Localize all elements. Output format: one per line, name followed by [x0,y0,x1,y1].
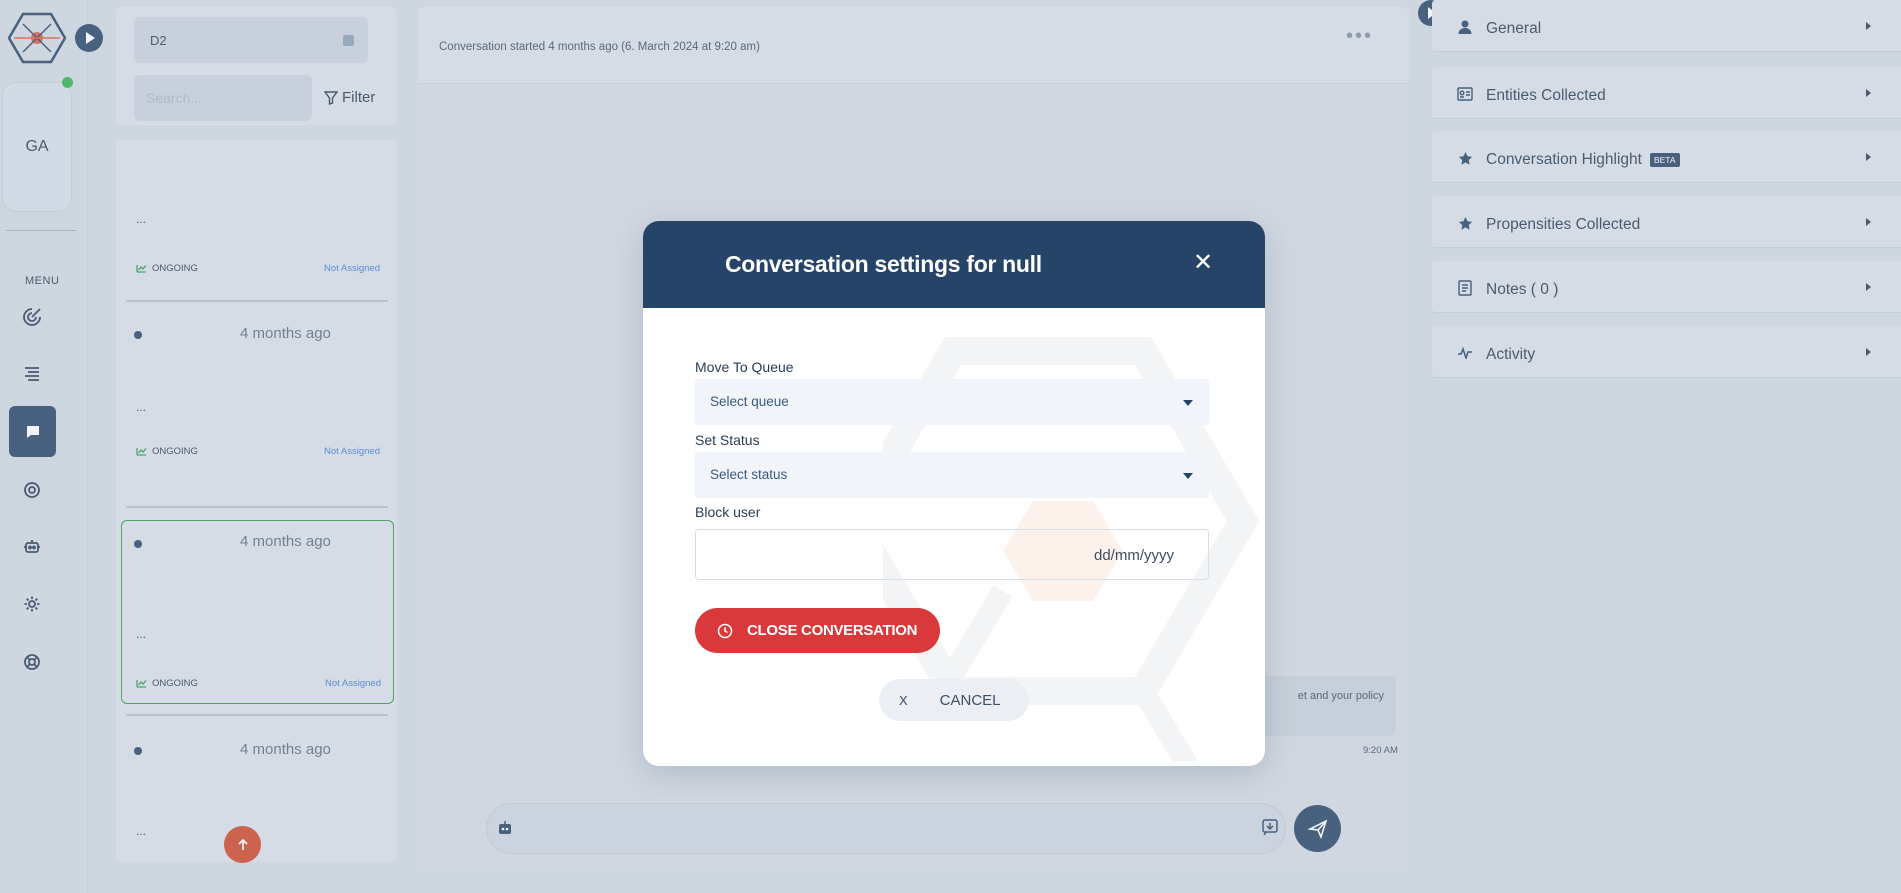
conversation-settings-modal: Conversation settings for null ✕ Move To… [643,221,1265,766]
cancel-label: CANCEL [939,691,1001,709]
close-icon[interactable]: ✕ [1191,251,1215,275]
close-conversation-label: CLOSE CONVERSATION [747,622,918,639]
caret-down-icon [1183,473,1193,479]
caret-down-icon [1183,400,1193,406]
cancel-button[interactable]: X CANCEL [879,679,1029,721]
cancel-x-icon: X [899,692,908,708]
status-select[interactable]: Select status [695,452,1209,498]
close-conversation-button[interactable]: CLOSE CONVERSATION [695,608,940,653]
set-status-label: Set Status [695,432,760,448]
queue-select[interactable]: Select queue [695,379,1209,425]
modal-header: Conversation settings for null ✕ [643,221,1265,308]
status-select-value: Select status [710,467,788,482]
clock-icon [717,623,733,638]
modal-title: Conversation settings for null [725,251,1042,277]
queue-select-value: Select queue [710,394,789,409]
block-user-label: Block user [695,504,761,520]
block-user-date-input[interactable]: dd/mm/yyyy [695,529,1209,580]
move-to-queue-label: Move To Queue [695,359,794,375]
